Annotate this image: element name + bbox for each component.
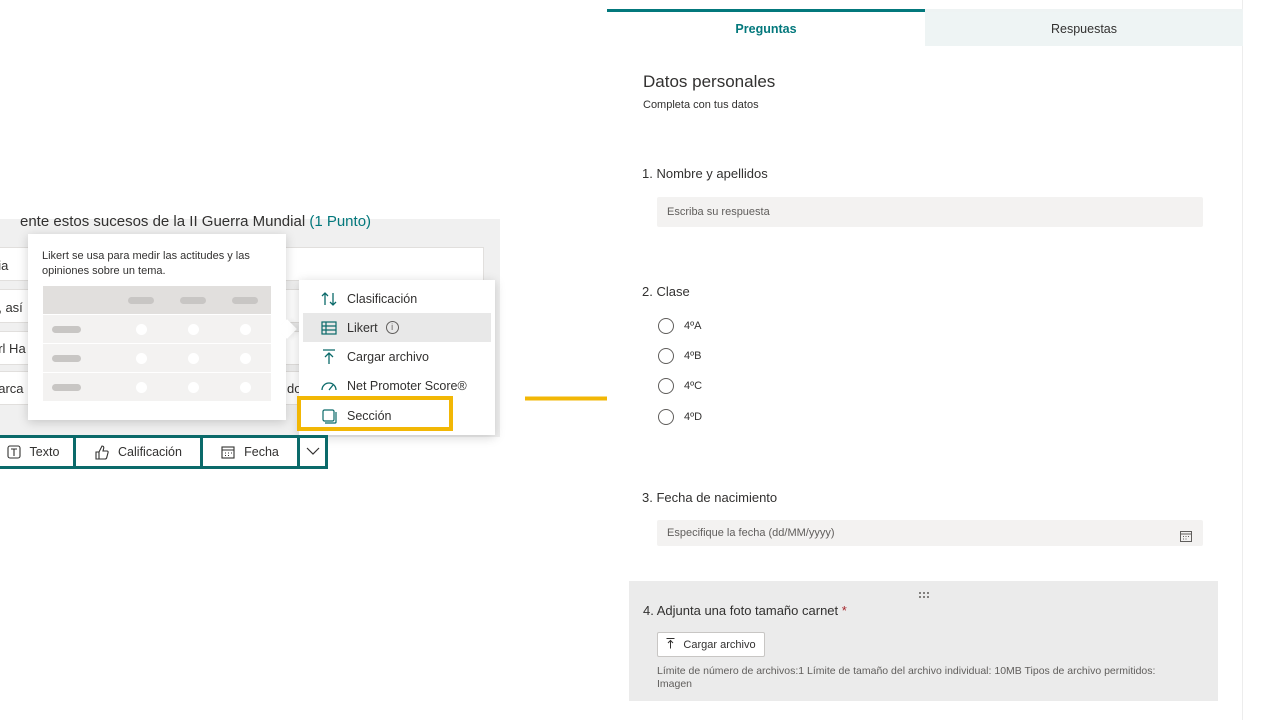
- option-fragment-2: a, así: [0, 300, 23, 315]
- question-4-label: 4. Adjunta una foto tamaño carnet *: [643, 603, 847, 618]
- chevron-down-icon: [306, 445, 320, 459]
- seccion-highlight: [297, 396, 453, 431]
- upload-file-button[interactable]: Cargar archivo: [657, 632, 765, 657]
- option-fragment-4: barca: [0, 381, 24, 396]
- ranking-icon: [320, 290, 338, 308]
- required-mark: *: [841, 603, 847, 618]
- likert-preview-row: [43, 344, 271, 373]
- menu-item-label: Clasificación: [347, 291, 418, 306]
- upload-icon: [666, 637, 675, 652]
- radio-option[interactable]: 4ºC: [658, 378, 702, 394]
- menu-item-likert[interactable]: Likert i: [303, 313, 491, 342]
- question-points: (1 Punto): [309, 213, 372, 230]
- likert-preview-row: [43, 373, 271, 402]
- question-1-label: 1. Nombre y apellidos: [642, 166, 768, 181]
- gauge-icon: [320, 377, 338, 395]
- question-3-label: 3. Fecha de nacimiento: [642, 490, 778, 505]
- radio-label: 4ºD: [684, 411, 703, 423]
- question-4-card[interactable]: 4. Adjunta una foto tamaño carnet * Carg…: [629, 581, 1218, 701]
- likert-icon: [320, 319, 338, 337]
- thumbs-up-icon: [94, 444, 109, 460]
- question-title: ente estos sucesos de la II Guerra Mundi…: [20, 213, 371, 230]
- texto-button[interactable]: Texto: [0, 438, 76, 466]
- radio-circle[interactable]: [658, 409, 674, 425]
- form-preview: Preguntas Respuestas Datos personales Co…: [607, 0, 1243, 720]
- option-fragment-3: arl Ha: [0, 341, 26, 356]
- menu-item-clasificacion[interactable]: Clasificación: [303, 284, 491, 313]
- fecha-button[interactable]: Fecha: [203, 438, 300, 466]
- question-4-text: 4. Adjunta una foto tamaño carnet: [643, 603, 839, 618]
- radio-label: 4ºC: [684, 380, 703, 392]
- radio-option[interactable]: 4ºA: [658, 318, 701, 334]
- section-subtitle: Completa con tus datos: [643, 99, 759, 111]
- tab-bar: Preguntas Respuestas: [607, 9, 1243, 46]
- section-title: Datos personales: [643, 72, 776, 91]
- calificacion-button[interactable]: Calificación: [76, 438, 203, 466]
- tab-preguntas[interactable]: Preguntas: [607, 9, 925, 46]
- radio-option[interactable]: 4ºB: [658, 348, 701, 364]
- likert-preview-header: [43, 286, 271, 315]
- radio-circle[interactable]: [658, 348, 674, 364]
- likert-tooltip: Likert se usa para medir las actitudes y…: [28, 234, 286, 420]
- calificacion-label: Calificación: [118, 445, 182, 459]
- calendar-icon: [221, 445, 235, 459]
- radio-option[interactable]: 4ºD: [658, 409, 702, 425]
- more-types-button[interactable]: [300, 438, 325, 466]
- radio-circle[interactable]: [658, 378, 674, 394]
- date-input[interactable]: Especifique la fecha (dd/MM/yyyy): [657, 520, 1203, 546]
- menu-item-label: Likert: [347, 320, 378, 335]
- option-fragment-1: nia: [0, 258, 9, 273]
- radio-circle[interactable]: [658, 318, 674, 334]
- question-2-label: 2. Clase: [642, 284, 690, 299]
- tooltip-text: Likert se usa para medir las actitudes y…: [42, 250, 250, 277]
- menu-item-cargar-archivo[interactable]: Cargar archivo: [303, 342, 491, 371]
- fecha-label: Fecha: [244, 445, 279, 459]
- upload-label: Cargar archivo: [683, 638, 756, 651]
- menu-item-label: Net Promoter Score®: [347, 378, 467, 393]
- date-placeholder: Especifique la fecha (dd/MM/yyyy): [667, 527, 835, 539]
- tab-respuestas[interactable]: Respuestas: [925, 9, 1243, 46]
- radio-label: 4ºB: [684, 350, 702, 362]
- calendar-icon[interactable]: [1180, 526, 1192, 552]
- menu-item-label: Cargar archivo: [347, 349, 429, 364]
- upload-icon: [320, 348, 338, 366]
- likert-preview-row: [43, 315, 271, 344]
- drag-handle-icon[interactable]: [918, 591, 930, 602]
- info-icon[interactable]: i: [385, 321, 399, 334]
- upload-limits: Límite de número de archivos:1 Límite de…: [657, 665, 1156, 690]
- name-input[interactable]: Escriba su respuesta: [657, 197, 1203, 227]
- text-icon: [6, 445, 21, 459]
- question-type-bar: Texto Calificación Fecha: [0, 435, 328, 469]
- question-title-text: ente estos sucesos de la II Guerra Mundi…: [20, 213, 306, 230]
- radio-label: 4ºA: [684, 320, 702, 332]
- texto-label: Texto: [29, 445, 60, 459]
- likert-preview: [43, 286, 271, 402]
- editor-crop: ente estos sucesos de la II Guerra Mundi…: [0, 0, 520, 720]
